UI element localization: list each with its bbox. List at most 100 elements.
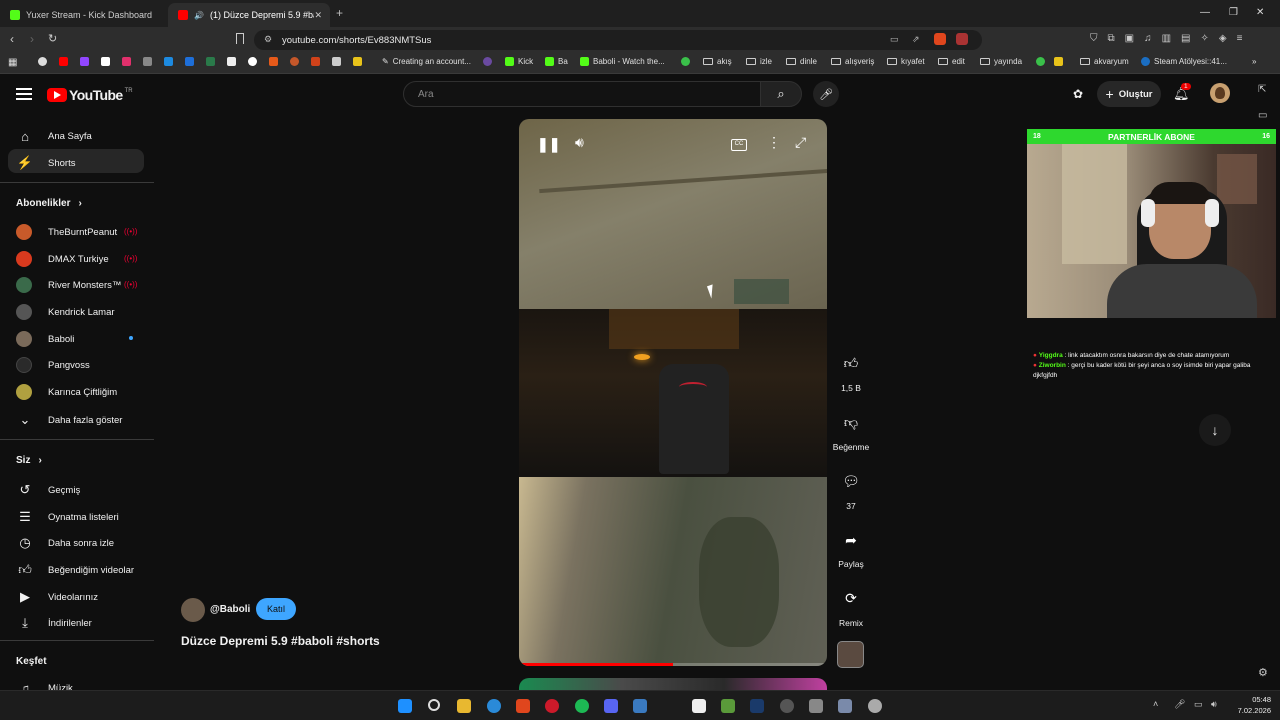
like-button[interactable]: 👍︎	[836, 348, 866, 378]
settings-gear-icon[interactable]: ⚙	[1258, 666, 1268, 679]
create-button[interactable]: + Oluştur	[1097, 81, 1161, 107]
photoshop-icon[interactable]	[750, 699, 764, 713]
sidebar-item-playlists[interactable]: ☰ Oynatma listeleri	[16, 508, 119, 526]
sidebar-show-more[interactable]: ⌄ Daha fazla göster	[16, 411, 123, 429]
screen-icon[interactable]: ▭	[890, 34, 899, 45]
sidebar-item-your-videos[interactable]: ▶ Videolarınız	[16, 588, 98, 606]
github-icon[interactable]	[143, 57, 152, 66]
bookmark-kick[interactable]: Kick	[505, 57, 533, 66]
channel-avatar[interactable]	[181, 598, 205, 622]
tiktok-icon[interactable]	[248, 57, 257, 66]
file-explorer-icon[interactable]	[457, 699, 471, 713]
avatar[interactable]	[1210, 83, 1230, 103]
brave-rewards-icon[interactable]	[956, 33, 968, 45]
subscriptions-heading[interactable]: Abonelikler ›	[16, 198, 82, 209]
you-heading[interactable]: Siz ›	[16, 455, 42, 466]
tab-kick-dashboard[interactable]: Yuxer Stream - Kick Dashboard	[0, 3, 165, 27]
bookmark-folder-akvaryum[interactable]: akvaryum	[1080, 57, 1129, 66]
close-tab-icon[interactable]: ✕	[314, 10, 322, 21]
play-icon[interactable]	[185, 57, 194, 66]
short-title[interactable]: Düzce Depremi 5.9 #baboli #shorts	[181, 634, 380, 648]
sidebar-item-liked-videos[interactable]: 👍︎ Beğendiğim videolar	[16, 561, 134, 579]
excel-like-icon[interactable]	[721, 699, 735, 713]
volume-icon[interactable]: 🔊︎	[575, 134, 584, 151]
bookmark-folder-edit[interactable]: edit	[938, 57, 965, 66]
sidebar-channel-theburntpeanut[interactable]: TheBurntPeanut	[16, 224, 117, 240]
sidebar-channel-pangvoss[interactable]: Pangvoss	[16, 357, 90, 373]
side-panel-icon[interactable]: ⇱	[1258, 84, 1266, 95]
leaf-icon[interactable]	[206, 57, 215, 66]
microphone-tray-icon[interactable]: 🎤︎	[1174, 699, 1185, 710]
hb-icon[interactable]	[269, 57, 278, 66]
ai-icon[interactable]: ✧	[1201, 33, 1209, 47]
shield-icon[interactable]: ⛉	[1090, 33, 1098, 47]
brave-shield-icon[interactable]	[934, 33, 946, 45]
next-short-button[interactable]: ↓	[1199, 414, 1231, 446]
voice-search-button[interactable]: 🎤︎	[813, 81, 839, 107]
app-icon[interactable]	[780, 699, 794, 713]
youtube-bookmark-icon[interactable]	[59, 57, 68, 66]
next-short-preview[interactable]	[519, 678, 827, 690]
settings-icon[interactable]	[868, 699, 882, 713]
m-icon[interactable]	[311, 57, 320, 66]
twitch-icon[interactable]	[80, 57, 89, 66]
bookmark-creating-account[interactable]: ✎ Creating an account...	[382, 57, 471, 66]
sidebar-item-downloads[interactable]: ⤓ İndirilenler	[16, 614, 92, 632]
youtube-logo[interactable]: YouTube TR	[47, 87, 133, 103]
spotify-icon[interactable]	[575, 699, 589, 713]
comments-button[interactable]: 💬︎	[836, 466, 866, 496]
steam-icon[interactable]	[633, 699, 647, 713]
bookmark-icon-small[interactable]	[483, 57, 492, 66]
dislike-button[interactable]: 👎︎	[836, 407, 866, 437]
edge-icon[interactable]	[487, 699, 501, 713]
back-icon[interactable]: ‹	[10, 32, 14, 46]
remix-button[interactable]: ⟳	[836, 583, 866, 613]
app3-icon[interactable]	[838, 699, 852, 713]
vpn-icon[interactable]: ◈	[1219, 33, 1227, 47]
more-options-icon[interactable]: ⋮	[767, 134, 781, 151]
tray-chevron-icon[interactable]: ˄	[1153, 699, 1158, 709]
studio-icon[interactable]: ✿	[1073, 87, 1083, 101]
sidebar-item-home[interactable]: ⌂ Ana Sayfa	[16, 127, 92, 145]
cloud-icon[interactable]	[164, 57, 173, 66]
progress-track[interactable]	[519, 663, 827, 666]
bookmark-green-circle[interactable]	[681, 57, 690, 66]
opera-icon[interactable]	[545, 699, 559, 713]
share-icon[interactable]: ⇗	[912, 34, 920, 45]
channel-handle[interactable]: @Baboli	[210, 604, 250, 615]
app2-icon[interactable]	[809, 699, 823, 713]
maximize-icon[interactable]: ❐	[1229, 7, 1238, 18]
amazon-icon[interactable]	[332, 57, 341, 66]
site-settings-icon[interactable]: ⚙	[264, 34, 272, 45]
w-icon[interactable]	[227, 57, 236, 66]
bookmark-steam[interactable]: Steam Atölyesi::41...	[1141, 57, 1227, 66]
discord-icon[interactable]	[604, 699, 618, 713]
sidebar-channel-river-monsters[interactable]: River Monsters™	[16, 277, 121, 293]
bookmark-folder-akis[interactable]: akış	[703, 57, 732, 66]
volume-tray-icon[interactable]: 🔊︎	[1211, 699, 1217, 710]
music-icon[interactable]: ♫	[1144, 33, 1152, 47]
bookmark-folder-dinle[interactable]: dinle	[786, 57, 817, 66]
menu-icon[interactable]	[16, 88, 32, 100]
search-icon[interactable]	[428, 699, 440, 711]
yellow-icon[interactable]	[353, 57, 362, 66]
bookmark-misc-icons[interactable]	[1036, 57, 1063, 66]
bookmark-folder-izle[interactable]: izle	[746, 57, 772, 66]
sidebar-channel-karinca[interactable]: Karınca Çiftliğim	[16, 384, 117, 400]
sidebar-item-watch-later[interactable]: ◷ Daha sonra izle	[16, 534, 114, 552]
extension-icon[interactable]: ⧉	[1108, 33, 1115, 47]
sound-thumbnail[interactable]	[837, 641, 864, 668]
apps-icon[interactable]: ▦	[8, 57, 17, 68]
windows-start-icon[interactable]	[398, 699, 412, 713]
bookmarks-overflow-icon[interactable]: »	[1252, 57, 1256, 66]
address-bar[interactable]: ⚙ youtube.com/shorts/Ev883NMTSus ▭ ⇗	[254, 30, 982, 50]
google-icon[interactable]	[38, 57, 47, 66]
join-button[interactable]: Katıl	[256, 598, 296, 620]
bookmark-folder-yayinda[interactable]: yayında	[980, 57, 1022, 66]
notifications-button[interactable]: 🔔︎ 1	[1173, 83, 1191, 102]
x-icon[interactable]	[101, 57, 110, 66]
tab-youtube-short[interactable]: 🔊 (1) Düzce Depremi 5.9 #babo ✕	[168, 3, 330, 27]
sidebar-channel-kendrick[interactable]: Kendrick Lamar	[16, 304, 115, 320]
circle-icon[interactable]	[290, 57, 299, 66]
bookmark-icon[interactable]	[236, 33, 244, 44]
